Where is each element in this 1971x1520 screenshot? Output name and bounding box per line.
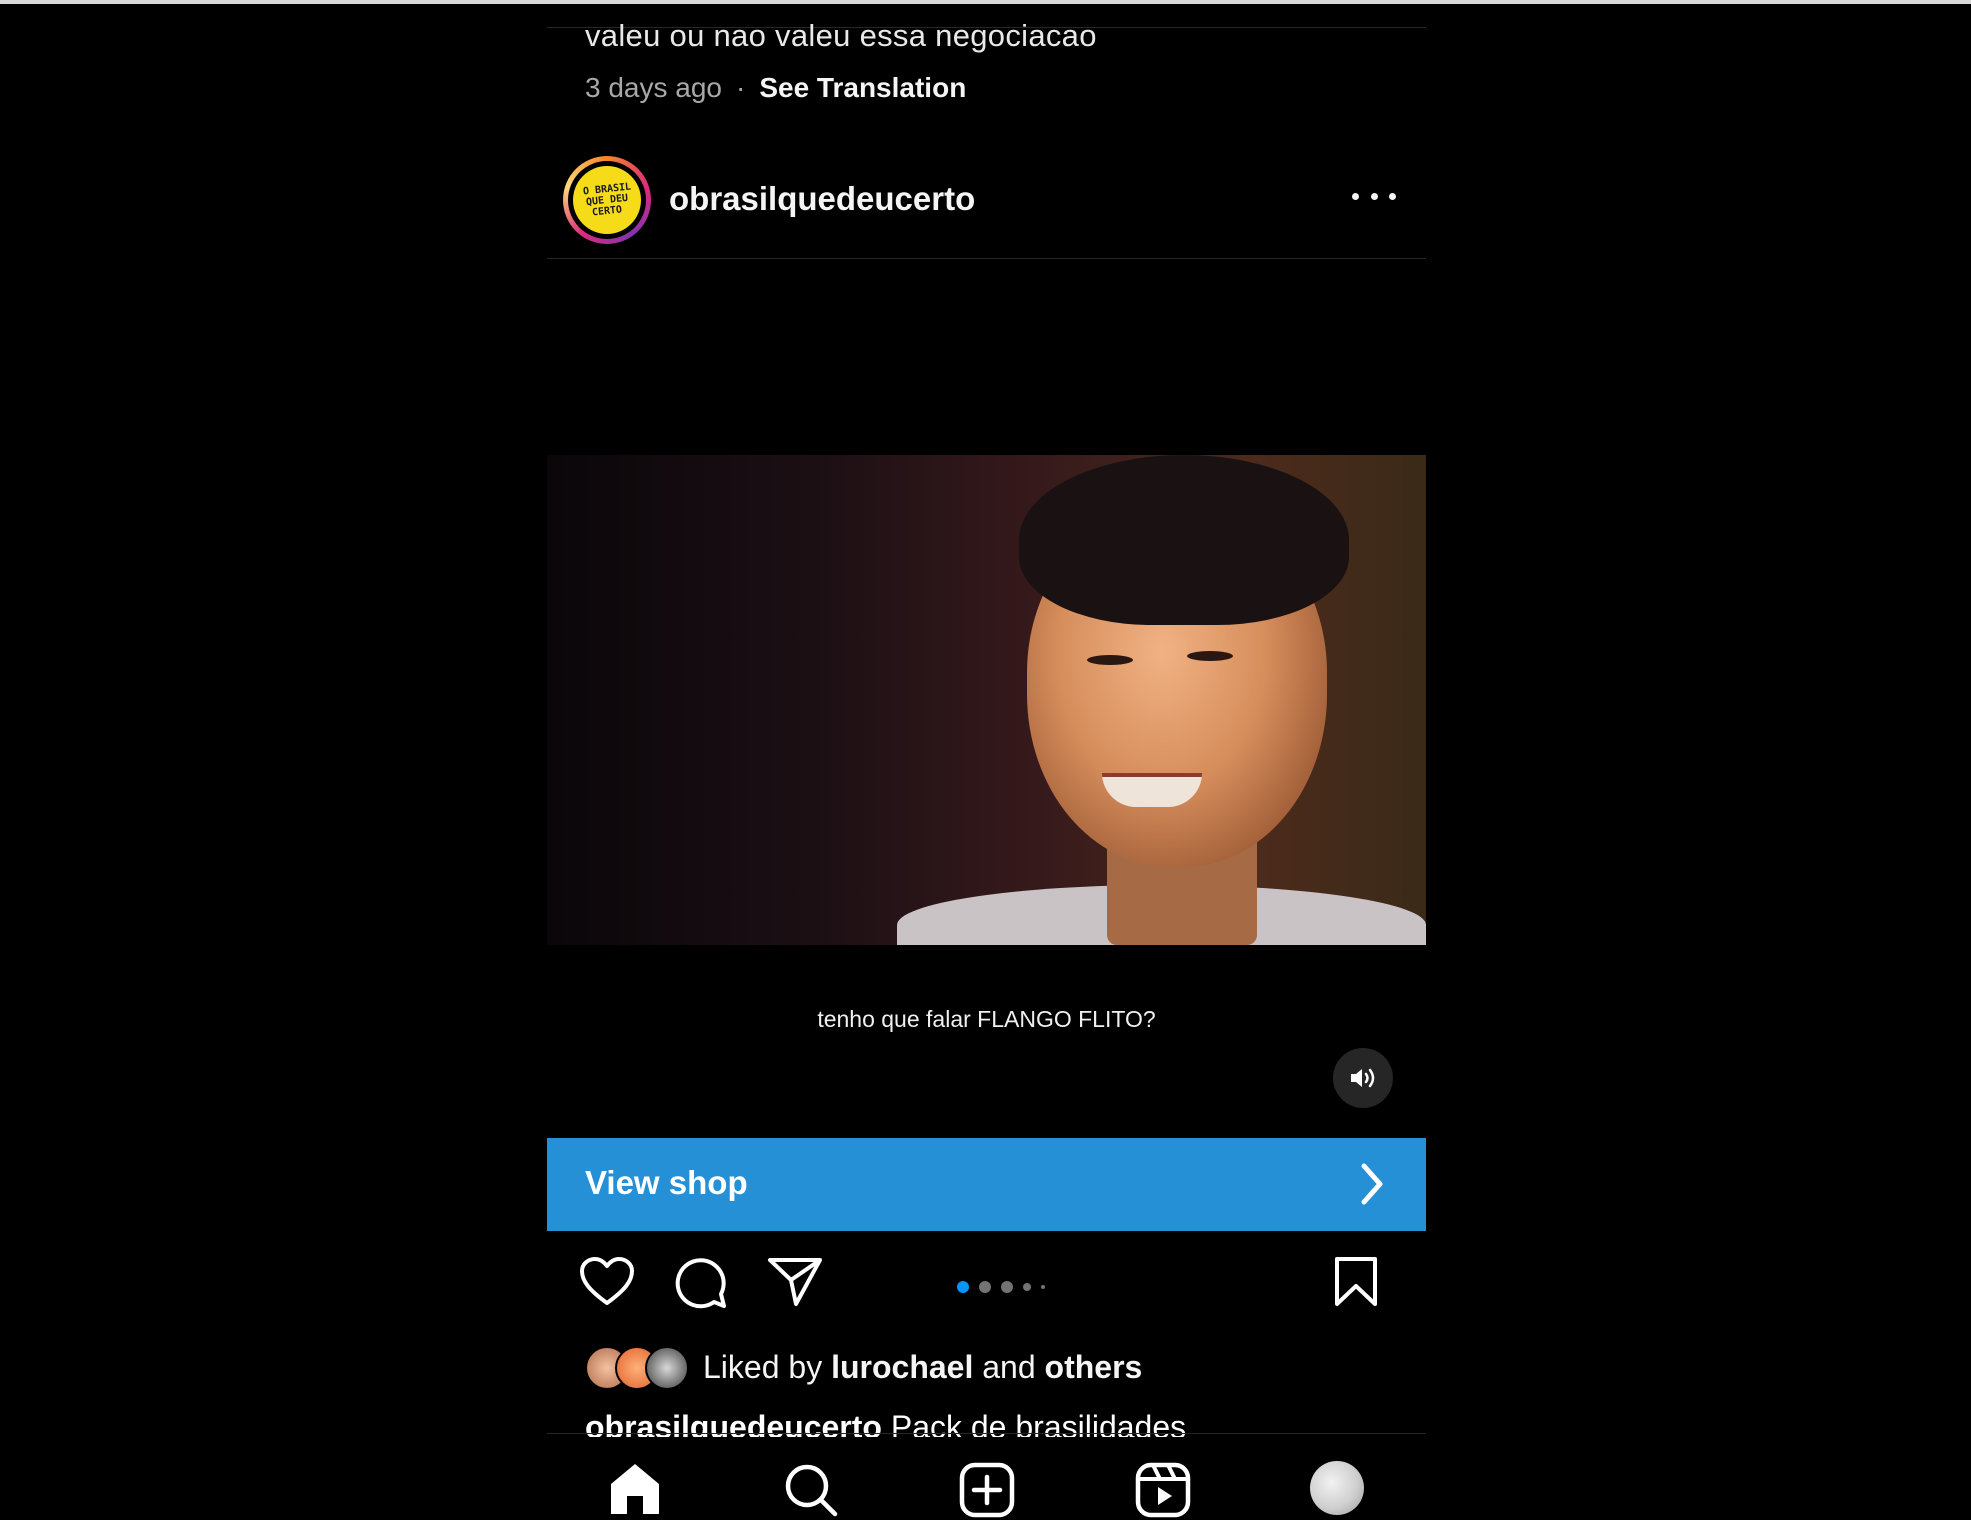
comment-time: 3 days ago (585, 72, 722, 103)
post-header: O BRASIL QUE DEU CERTO obrasilquedeucert… (547, 148, 1426, 256)
comment-text: valeu ou nao valeu essa negociacao (585, 18, 1097, 53)
heart-icon[interactable] (579, 1256, 635, 1313)
post-username[interactable]: obrasilquedeucerto (669, 180, 975, 218)
carousel-indicator (957, 1281, 1045, 1293)
carousel-dot (1001, 1281, 1013, 1293)
chevron-right-icon (1358, 1162, 1386, 1211)
avatar (645, 1346, 689, 1390)
liker-username[interactable]: lurochael (831, 1349, 973, 1385)
bookmark-icon[interactable] (1333, 1256, 1379, 1313)
profile-avatar[interactable] (1310, 1461, 1364, 1515)
likes-summary[interactable]: Liked by lurochael and others (585, 1345, 1143, 1390)
carousel-dot (1023, 1283, 1031, 1291)
likes-conjunction: and (982, 1348, 1036, 1385)
video-frame (547, 455, 1426, 945)
speaker-icon[interactable] (1333, 1048, 1393, 1108)
view-shop-button[interactable]: View shop (547, 1138, 1426, 1231)
meta-separator: · (736, 72, 746, 103)
likes-prefix: Liked by (703, 1348, 823, 1385)
likes-others-link[interactable]: others (1045, 1349, 1143, 1385)
post-actions (547, 1256, 1426, 1326)
see-translation-link[interactable]: See Translation (759, 72, 966, 103)
instagram-feed: valeu ou nao valeu essa negociacao 3 day… (547, 4, 1426, 1520)
carousel-dot-active (957, 1281, 969, 1293)
send-icon[interactable] (767, 1256, 823, 1313)
comment-icon[interactable] (674, 1256, 728, 1315)
view-shop-label: View shop (585, 1164, 748, 1201)
bottom-navigation (547, 1434, 1426, 1520)
search-icon[interactable] (783, 1462, 839, 1520)
carousel-dot (1041, 1285, 1045, 1289)
post-avatar[interactable]: O BRASIL QUE DEU CERTO (563, 156, 651, 244)
home-icon[interactable] (607, 1462, 663, 1520)
create-icon[interactable] (959, 1462, 1015, 1520)
more-options-icon[interactable] (1352, 186, 1396, 206)
carousel-dot (979, 1281, 991, 1293)
post-video[interactable]: tenho que falar FLANGO FLITO? (547, 259, 1426, 1139)
liker-avatars (585, 1346, 689, 1390)
video-subtitle: tenho que falar FLANGO FLITO? (817, 1006, 1156, 1032)
brand-logo: O BRASIL QUE DEU CERTO (573, 166, 641, 234)
comment-meta: 3 days ago · See Translation (585, 72, 966, 104)
reels-icon[interactable] (1135, 1462, 1191, 1520)
